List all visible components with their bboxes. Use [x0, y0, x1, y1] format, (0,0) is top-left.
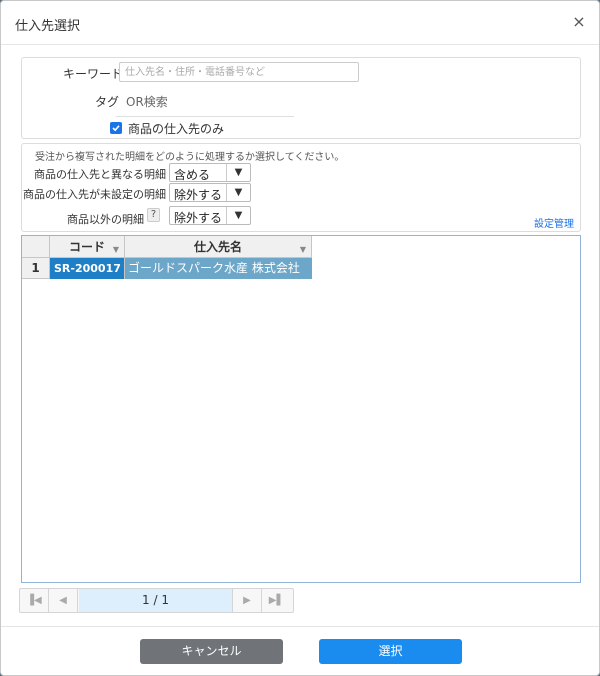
supplier-select-dialog: 仕入先選択 × キーワード タグ OR検索 商品の仕入先のみ 受注から複写された…: [0, 0, 600, 676]
pager: ▐◀ ◀ 1 / 1 ▶ ▶▌: [19, 588, 294, 613]
help-icon[interactable]: ?: [147, 208, 160, 222]
option-select-value: 除外する: [174, 188, 223, 202]
page-info: 1 / 1: [79, 589, 233, 612]
product-suppliers-only-label: 商品の仕入先のみ: [128, 122, 225, 136]
option-label-different-supplier: 商品の仕入先と異なる明細: [34, 168, 166, 181]
select-button[interactable]: 選択: [319, 639, 462, 664]
dialog-header: 仕入先選択 ×: [1, 1, 599, 45]
prev-page-icon[interactable]: ◀: [49, 589, 78, 612]
option-label-non-product: 商品以外の明細: [67, 213, 144, 226]
column-header-supplier-name[interactable]: 仕入先名 ▼: [125, 236, 312, 258]
search-panel: キーワード タグ OR検索 商品の仕入先のみ: [21, 57, 581, 139]
dropdown-arrow-icon: ▼: [226, 184, 250, 201]
footer-divider: [1, 626, 599, 627]
first-page-icon[interactable]: ▐◀: [20, 589, 49, 612]
dialog-title: 仕入先選択: [15, 19, 81, 34]
keyword-label: キーワード: [63, 67, 124, 81]
product-suppliers-only-checkbox[interactable]: [110, 122, 122, 134]
dropdown-arrow-icon: ▼: [226, 207, 250, 224]
tag-divider: [116, 116, 294, 117]
close-icon[interactable]: ×: [571, 14, 587, 30]
option-select-non-product[interactable]: 除外する ▼: [169, 206, 251, 225]
column-header-code[interactable]: コード ▼: [50, 236, 125, 258]
option-select-different-supplier[interactable]: 含める ▼: [169, 163, 251, 182]
column-header-label: コード: [68, 240, 105, 254]
supplier-code-cell[interactable]: SR-200017: [50, 258, 125, 279]
option-label-unset-supplier: 商品の仕入先が未設定の明細: [23, 188, 166, 201]
row-number: 1: [22, 258, 50, 279]
tag-label: タグ: [95, 95, 120, 109]
row-number-header: [22, 236, 50, 258]
check-icon: [112, 125, 120, 132]
options-hint: 受注から複写された明細をどのように処理するか選択してください。: [35, 152, 345, 163]
keyword-input[interactable]: [119, 62, 359, 82]
supplier-name-cell[interactable]: ゴールドスパーク水産 株式会社: [125, 258, 312, 279]
option-select-value: 除外する: [174, 211, 223, 225]
dropdown-arrow-icon: ▼: [226, 164, 250, 181]
option-select-unset-supplier[interactable]: 除外する ▼: [169, 183, 251, 202]
tag-value[interactable]: OR検索: [126, 93, 168, 110]
next-page-icon[interactable]: ▶: [233, 589, 262, 612]
option-select-value: 含める: [174, 168, 211, 182]
settings-link[interactable]: 設定管理: [534, 215, 574, 230]
last-page-icon[interactable]: ▶▌: [262, 589, 291, 612]
cancel-button[interactable]: キャンセル: [140, 639, 283, 664]
column-header-label: 仕入先名: [193, 240, 242, 254]
options-panel: 受注から複写された明細をどのように処理するか選択してください。 商品の仕入先と異…: [21, 143, 581, 232]
grid-header: コード ▼ 仕入先名 ▼: [22, 236, 312, 258]
supplier-grid: コード ▼ 仕入先名 ▼ 1 SR-200017 ゴールドスパーク水産 株式会社: [21, 235, 581, 583]
table-row[interactable]: 1 SR-200017 ゴールドスパーク水産 株式会社: [22, 258, 312, 279]
